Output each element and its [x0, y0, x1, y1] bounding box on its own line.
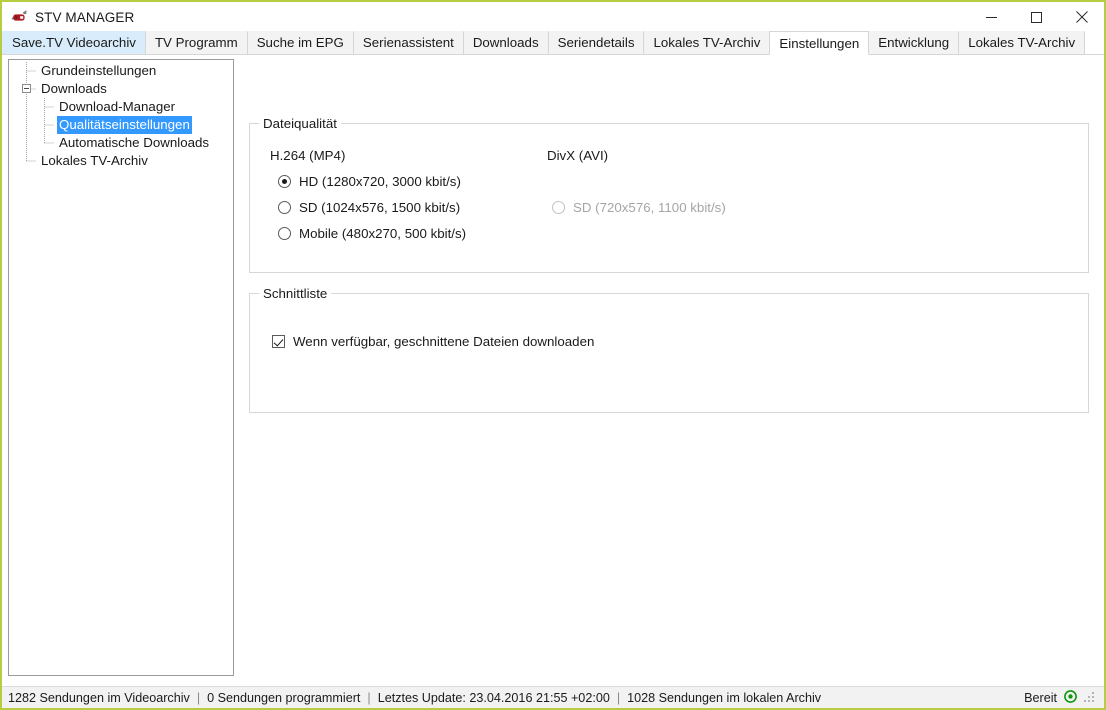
- window-title: STV MANAGER: [35, 9, 135, 25]
- radio-divx-sd: SD (720x576, 1100 kbit/s): [552, 200, 726, 215]
- tab-label: Entwicklung: [878, 35, 950, 50]
- radio-indicator: [278, 175, 291, 188]
- radio-label: SD (720x576, 1100 kbit/s): [573, 200, 726, 215]
- status-segment-programmiert: 0 Sendungen programmiert: [207, 690, 361, 705]
- tree-item-label: Automatische Downloads: [59, 135, 210, 150]
- column-header-h264: H.264 (MP4): [270, 148, 346, 163]
- tab-lokales-tv-archiv[interactable]: Lokales TV-Archiv: [958, 31, 1086, 54]
- status-separator: |: [196, 690, 201, 705]
- tab-label: Suche im EPG: [256, 35, 344, 50]
- tree-item-label: Downloads: [41, 81, 107, 96]
- tab-downloads[interactable]: Downloads: [462, 31, 549, 54]
- tab-einstellungen[interactable]: Einstellungen: [769, 31, 870, 55]
- checkbox-indicator: [272, 335, 285, 348]
- tab-lokales-tv-archiv[interactable]: Lokales TV-Archiv: [643, 31, 771, 54]
- group-dateiqualitaet-title: Dateiqualität: [259, 116, 341, 131]
- status-bar: 1282 Sendungen im Videoarchiv | 0 Sendun…: [2, 686, 1104, 708]
- close-icon: [1075, 11, 1088, 23]
- tab-label: Einstellungen: [779, 36, 860, 51]
- status-separator: |: [616, 690, 621, 705]
- radio-indicator: [278, 227, 291, 240]
- group-dateiqualitaet: Dateiqualität H.264 (MP4) DivX (AVI) HD …: [249, 116, 1089, 273]
- tree-expander-collapse-icon[interactable]: [22, 84, 31, 93]
- title-bar: STV MANAGER: [2, 2, 1104, 32]
- tree-item-label: Grundeinstellungen: [41, 63, 157, 78]
- column-header-divx: DivX (AVI): [547, 148, 609, 163]
- status-ready-label: Bereit: [1024, 690, 1057, 705]
- tab-entwicklung[interactable]: Entwicklung: [868, 31, 960, 54]
- group-schnittliste-title: Schnittliste: [259, 286, 332, 301]
- app-window: STV MANAGER Save.TV Videoarchiv TV Progra…: [0, 0, 1106, 710]
- tree-item-grundeinstellungen[interactable]: Grundeinstellungen: [9, 62, 233, 80]
- status-segment-letztes-update: Letztes Update: 23.04.2016 21:55 +02:00: [377, 690, 610, 705]
- tree-item-downloads[interactable]: Downloads: [9, 80, 233, 98]
- tree-item-qualitätseinstellungen[interactable]: Qualitätseinstellungen: [9, 116, 233, 134]
- status-segment-videoarchiv: 1282 Sendungen im Videoarchiv: [8, 690, 190, 705]
- radio-indicator: [552, 201, 565, 214]
- checkbox-geschnittene-dateien[interactable]: Wenn verfügbar, geschnittene Dateien dow…: [272, 334, 594, 349]
- caption-buttons: [969, 2, 1104, 32]
- radio-h264-sd[interactable]: SD (1024x576, 1500 kbit/s): [278, 200, 460, 215]
- checkbox-label: Wenn verfügbar, geschnittene Dateien dow…: [293, 334, 595, 349]
- tab-label: Lokales TV-Archiv: [968, 35, 1076, 50]
- tab-label: Lokales TV-Archiv: [653, 35, 761, 50]
- status-separator: |: [367, 690, 371, 705]
- tab-label: TV Programm: [154, 35, 238, 50]
- tab-label: Seriendetails: [557, 35, 635, 50]
- tab-suche-im-epg[interactable]: Suche im EPG: [246, 31, 354, 54]
- radio-h264-hd[interactable]: HD (1280x720, 3000 kbit/s): [278, 174, 461, 189]
- resize-grip-icon[interactable]: [1084, 691, 1096, 704]
- radio-label: Mobile (480x270, 500 kbit/s): [299, 226, 467, 241]
- radio-label: SD (1024x576, 1500 kbit/s): [299, 200, 461, 215]
- tab-strip: Save.TV Videoarchiv TV Programm Suche im E…: [2, 31, 1104, 55]
- minimize-icon: [986, 16, 997, 18]
- settings-tree[interactable]: Grundeinstellungen Downloads Download-Mana…: [8, 59, 234, 676]
- radio-h264-mobile[interactable]: Mobile (480x270, 500 kbit/s): [278, 226, 466, 241]
- tab-save-tv-videoarchiv[interactable]: Save.TV Videoarchiv: [2, 31, 146, 54]
- tab-seriendetails[interactable]: Seriendetails: [547, 31, 645, 54]
- tab-label: Save.TV Videoarchiv: [12, 35, 136, 50]
- content-area: Grundeinstellungen Downloads Download-Mana…: [2, 55, 1104, 686]
- radio-label: HD (1280x720, 3000 kbit/s): [299, 174, 461, 189]
- status-segment-lokales-archiv: 1028 Sendungen im lokalen Archiv: [627, 690, 822, 705]
- tab-label: Serienassistent: [362, 35, 454, 50]
- tree-item-label: Download-Manager: [59, 99, 176, 114]
- status-right-group: Bereit: [1024, 689, 1096, 706]
- tree-item-lokales-tv-archiv[interactable]: Lokales TV-Archiv: [9, 152, 233, 170]
- app-ribbon-icon: [10, 8, 28, 26]
- group-schnittliste: Schnittliste Wenn verfügbar, geschnitten…: [249, 286, 1089, 413]
- green-circle-icon: [1064, 689, 1077, 706]
- close-button[interactable]: [1059, 2, 1104, 32]
- minimize-button[interactable]: [969, 2, 1014, 32]
- tree-item-label: Qualitätseinstellungen: [57, 116, 192, 134]
- tree-item-label: Lokales TV-Archiv: [41, 153, 148, 168]
- tree-item-download-manager[interactable]: Download-Manager: [9, 98, 233, 116]
- maximize-icon: [1031, 11, 1042, 23]
- tab-tv-programm[interactable]: TV Programm: [144, 31, 248, 54]
- tree-item-automatische-downloads[interactable]: Automatische Downloads: [9, 134, 233, 152]
- tab-serienassistent[interactable]: Serienassistent: [352, 31, 464, 54]
- tab-label: Downloads: [472, 35, 539, 50]
- radio-indicator: [278, 201, 291, 214]
- maximize-button[interactable]: [1014, 2, 1059, 32]
